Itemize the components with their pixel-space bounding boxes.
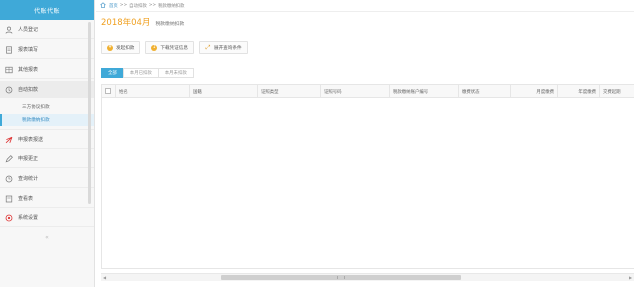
auto-icon xyxy=(5,86,13,94)
scrollbar-grip xyxy=(337,276,345,279)
nav-item-correction[interactable]: 申报更正 xyxy=(0,150,94,167)
nav-item-personnel[interactable]: 人员登记 xyxy=(0,21,94,38)
nav-item-view-tables[interactable]: 查看表 ⌄ xyxy=(0,190,94,207)
column-header[interactable]: 月度缴费 xyxy=(510,85,557,98)
divider xyxy=(0,187,94,188)
period-header: 2018年04月 税款缴纳扣款 xyxy=(101,16,184,28)
column-header[interactable]: 交费起期 xyxy=(599,85,634,98)
sub-item-tax-payment[interactable]: 税款缴纳扣款 xyxy=(0,114,94,126)
main-content: 首页 >> 自动扣款 >> 税款缴纳扣款 2018年04月 税款缴纳扣款 ¥ 发… xyxy=(96,0,634,287)
breadcrumb-level1[interactable]: 自动扣款 xyxy=(129,3,147,9)
breadcrumb-level2: 税款缴纳扣款 xyxy=(158,3,185,9)
expand-query-button[interactable]: ⤢ 展开查询条件 xyxy=(198,41,248,54)
nav-item-label: 系统设置 xyxy=(18,215,39,221)
column-header[interactable]: 税款缴纳账户编号 xyxy=(389,85,458,98)
nav-item-query-stats[interactable]: 查询统计 ⌄ xyxy=(0,170,94,187)
collapse-sidebar-button[interactable]: « xyxy=(0,231,94,243)
breadcrumb: 首页 >> 自动扣款 >> 税款缴纳扣款 xyxy=(96,0,634,12)
document-icon xyxy=(5,45,13,54)
breadcrumb-separator: >> xyxy=(148,3,157,8)
horizontal-scrollbar[interactable]: ◀ ▶ xyxy=(101,273,634,281)
column-header[interactable]: 姓名 xyxy=(115,85,189,98)
nav-item-auto-deduct[interactable]: 自动扣款 ⌃ xyxy=(0,81,94,98)
edit-icon xyxy=(5,154,13,163)
divider xyxy=(0,226,94,227)
select-all-checkbox[interactable] xyxy=(105,88,111,94)
user-icon xyxy=(5,26,13,34)
nav-item-label: 人员登记 xyxy=(18,27,39,33)
divider xyxy=(0,58,94,59)
view-icon xyxy=(5,195,13,203)
tab-all[interactable]: 全部 xyxy=(101,68,124,78)
data-table: 姓名 国籍 证照类型 证照号码 税款缴纳账户编号 缴费状态 月度缴费 年度缴费 … xyxy=(101,84,634,269)
sub-item-tripartite[interactable]: 三方协议扣款 xyxy=(0,101,94,113)
period-year-month: 2018年04月 xyxy=(101,18,151,28)
expand-icon: ⤢ xyxy=(205,43,211,51)
home-icon[interactable] xyxy=(100,1,106,10)
download-icon: ↓ xyxy=(151,44,158,51)
brand-logo: 代账代账 xyxy=(0,0,94,20)
divider xyxy=(0,148,94,149)
table-header: 姓名 国籍 证照类型 证照号码 税款缴纳账户编号 缴费状态 月度缴费 年度缴费 … xyxy=(102,85,634,98)
start-deduction-button[interactable]: ¥ 发起扣款 xyxy=(101,41,141,54)
nav-item-submit-report[interactable]: 申报表报送 xyxy=(0,131,94,148)
divider xyxy=(0,207,94,208)
button-label: 展开查询条件 xyxy=(213,45,242,51)
button-label: 下载凭证信息 xyxy=(160,45,188,51)
nav-item-label: 报表填写 xyxy=(18,47,39,53)
nav-item-report-fill[interactable]: 报表填写 ⌄ xyxy=(0,41,94,58)
nav-item-other-reports[interactable]: 其他报表 ⌄ xyxy=(0,61,94,78)
nav-item-label: 查看表 xyxy=(18,196,34,202)
tab-not-deducted[interactable]: 本月未扣款 xyxy=(157,68,194,78)
coin-icon: ¥ xyxy=(107,44,113,51)
button-label: 发起扣款 xyxy=(116,45,135,51)
column-header[interactable]: 证照类型 xyxy=(257,85,320,98)
nav-item-label: 申报表报送 xyxy=(18,137,44,143)
download-voucher-button[interactable]: ↓ 下载凭证信息 xyxy=(145,41,194,54)
divider xyxy=(0,78,94,79)
filter-tabs: 全部 本月已扣款 本月未扣款 xyxy=(101,68,194,78)
sidebar: 代账代账 人员登记 报表填写 ⌄ 其他报表 ⌄ 自动扣款 ⌃ 三方协议扣款 税款… xyxy=(0,0,95,287)
settings-icon xyxy=(5,214,13,222)
scroll-right-icon[interactable]: ▶ xyxy=(627,274,634,281)
table-icon xyxy=(5,66,13,74)
nav-item-settings[interactable]: 系统设置 xyxy=(0,209,94,226)
column-header[interactable]: 证照号码 xyxy=(320,85,389,98)
clock-icon xyxy=(5,175,13,183)
sidebar-scrollbar[interactable] xyxy=(88,22,91,204)
nav-item-label: 查询统计 xyxy=(18,176,39,182)
tab-deducted[interactable]: 本月已扣款 xyxy=(122,68,159,78)
column-header[interactable]: 缴费状态 xyxy=(458,85,510,98)
divider xyxy=(0,167,94,168)
nav-item-label: 自动扣款 xyxy=(18,87,39,93)
nav-item-label: 申报更正 xyxy=(18,156,39,162)
nav-item-label: 其他报表 xyxy=(18,67,39,73)
send-icon xyxy=(5,136,13,144)
column-header[interactable]: 国籍 xyxy=(189,85,257,98)
toolbar: ¥ 发起扣款 ↓ 下载凭证信息 ⤢ 展开查询条件 xyxy=(101,41,253,54)
column-header[interactable]: 年度缴费 xyxy=(557,85,599,98)
period-subtitle: 税款缴纳扣款 xyxy=(155,22,185,27)
breadcrumb-home[interactable]: 首页 xyxy=(109,3,118,9)
scroll-left-icon[interactable]: ◀ xyxy=(101,274,108,281)
breadcrumb-separator: >> xyxy=(119,3,128,8)
divider xyxy=(0,129,94,130)
divider xyxy=(0,38,94,39)
